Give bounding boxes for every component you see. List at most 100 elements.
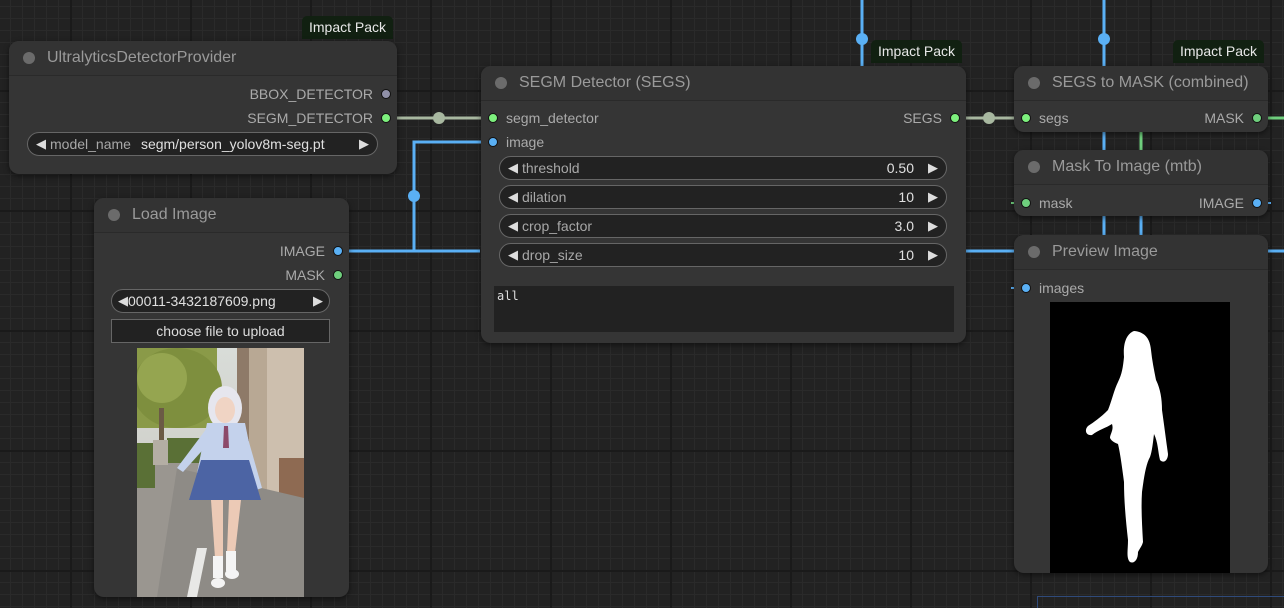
crop-factor-number-widget[interactable]: ◀ crop_factor 3.0 ▶: [499, 214, 947, 238]
widget-label: model_name: [50, 136, 131, 152]
collapse-dot-icon[interactable]: [108, 209, 120, 221]
mask-preview: [1050, 302, 1230, 573]
node-badge: Impact Pack: [1173, 40, 1265, 63]
output-image[interactable]: IMAGE: [280, 241, 343, 261]
widget-label: crop_factor: [522, 218, 593, 234]
slot-label: MASK: [285, 267, 325, 283]
node-badge: Impact Pack: [871, 40, 963, 63]
widget-label: threshold: [522, 160, 580, 176]
output-slot-dot-icon[interactable]: [1252, 113, 1262, 123]
input-slot-dot-icon[interactable]: [488, 137, 498, 147]
input-slot-dot-icon[interactable]: [1021, 198, 1031, 208]
arrow-left-icon[interactable]: ◀: [508, 247, 518, 263]
node-title: SEGM Detector (SEGS): [519, 74, 691, 91]
widget-value: 00011-3432187609.png: [128, 293, 276, 309]
node-load-image[interactable]: Load Image IMAGE MASK ◀ 00011-3432187609…: [94, 198, 349, 597]
arrow-left-icon[interactable]: ◀: [508, 218, 518, 234]
collapse-dot-icon[interactable]: [495, 77, 507, 89]
input-mask[interactable]: mask: [1021, 193, 1072, 213]
link-midpoint[interactable]: [433, 112, 445, 124]
node-title: Mask To Image (mtb): [1052, 158, 1202, 175]
input-images[interactable]: images: [1021, 278, 1084, 298]
node-title-bar[interactable]: UltralyticsDetectorProvider: [9, 41, 397, 76]
widget-label: drop_size: [522, 247, 583, 263]
input-slot-dot-icon[interactable]: [1021, 283, 1031, 293]
output-slot-dot-icon[interactable]: [333, 246, 343, 256]
slot-label: IMAGE: [279, 243, 325, 259]
node-preview-image[interactable]: Preview Image images: [1014, 235, 1268, 573]
model-name-combo[interactable]: ◀ model_name segm/person_yolov8m-seg.pt …: [27, 132, 378, 156]
output-slot-dot-icon[interactable]: [381, 89, 391, 99]
drop-size-number-widget[interactable]: ◀ drop_size 10 ▶: [499, 243, 947, 267]
collapse-dot-icon[interactable]: [1028, 246, 1040, 258]
output-slot-dot-icon[interactable]: [950, 113, 960, 123]
collapse-dot-icon[interactable]: [1028, 161, 1040, 173]
widget-label: dilation: [522, 189, 567, 205]
slot-label: images: [1039, 280, 1085, 296]
output-slot-dot-icon[interactable]: [333, 270, 343, 280]
slot-label: mask: [1039, 195, 1073, 211]
arrow-left-icon[interactable]: ◀: [36, 136, 46, 152]
arrow-left-icon[interactable]: ◀: [118, 293, 128, 309]
mask-silhouette-graphic: [1085, 331, 1168, 563]
slot-label: MASK: [1204, 110, 1244, 126]
widget-value: segm/person_yolov8m-seg.pt: [140, 136, 325, 152]
node-title-bar[interactable]: Mask To Image (mtb): [1014, 150, 1268, 185]
node-segm-detector[interactable]: SEGM Detector (SEGS) segm_detector image…: [481, 66, 966, 343]
output-segm-detector[interactable]: SEGM_DETECTOR: [247, 108, 391, 128]
group-outline: [1037, 596, 1284, 608]
slot-label: segm_detector: [506, 110, 599, 126]
slot-label: SEGS: [903, 110, 942, 126]
arrow-left-icon[interactable]: ◀: [508, 189, 518, 205]
arrow-right-icon[interactable]: ▶: [928, 218, 938, 234]
node-mask-to-image[interactable]: Mask To Image (mtb) mask IMAGE: [1014, 150, 1268, 216]
node-ultralytics-detector-provider[interactable]: UltralyticsDetectorProvider BBOX_DETECTO…: [9, 41, 397, 174]
collapse-dot-icon[interactable]: [1028, 77, 1040, 89]
output-bbox-detector[interactable]: BBOX_DETECTOR: [250, 84, 391, 104]
node-badge: Impact Pack: [302, 16, 394, 39]
link-midpoint[interactable]: [983, 112, 995, 124]
labels-textarea[interactable]: all: [494, 286, 954, 332]
node-title-bar[interactable]: SEGM Detector (SEGS): [481, 66, 966, 101]
input-segs[interactable]: segs: [1021, 108, 1069, 128]
input-segm-detector[interactable]: segm_detector: [488, 108, 599, 128]
output-slot-dot-icon[interactable]: [1252, 198, 1262, 208]
output-image[interactable]: IMAGE: [1199, 193, 1262, 213]
image-preview-graphic: [137, 348, 304, 597]
arrow-left-icon[interactable]: ◀: [508, 160, 518, 176]
output-mask[interactable]: MASK: [285, 265, 343, 285]
output-segs[interactable]: SEGS: [903, 108, 960, 128]
node-segs-to-mask[interactable]: SEGS to MASK (combined) segs MASK: [1014, 66, 1268, 132]
dilation-number-widget[interactable]: ◀ dilation 10 ▶: [499, 185, 947, 209]
link-midpoint[interactable]: [408, 190, 420, 202]
node-title: UltralyticsDetectorProvider: [47, 49, 237, 66]
input-slot-dot-icon[interactable]: [1021, 113, 1031, 123]
collapse-dot-icon[interactable]: [23, 52, 35, 64]
output-mask[interactable]: MASK: [1204, 108, 1262, 128]
slot-label: image: [506, 134, 545, 150]
widget-value: 3.0: [894, 218, 914, 234]
link-midpoint[interactable]: [1098, 33, 1110, 45]
node-title-bar[interactable]: Load Image: [94, 198, 349, 233]
arrow-right-icon[interactable]: ▶: [359, 136, 369, 152]
node-title-bar[interactable]: SEGS to MASK (combined): [1014, 66, 1268, 101]
arrow-right-icon[interactable]: ▶: [928, 160, 938, 176]
arrow-right-icon[interactable]: ▶: [928, 189, 938, 205]
node-title: Load Image: [132, 206, 217, 223]
threshold-number-widget[interactable]: ◀ threshold 0.50 ▶: [499, 156, 947, 180]
input-slot-dot-icon[interactable]: [488, 113, 498, 123]
widget-value: 0.50: [886, 160, 914, 176]
upload-button[interactable]: choose file to upload: [111, 319, 330, 343]
image-file-combo[interactable]: ◀ 00011-3432187609.png ▶: [111, 289, 330, 313]
node-title: Preview Image: [1052, 243, 1158, 260]
arrow-right-icon[interactable]: ▶: [313, 293, 323, 309]
slot-label: SEGM_DETECTOR: [247, 110, 373, 126]
link-image-branch[interactable]: [412, 140, 488, 251]
slot-label: segs: [1039, 110, 1069, 126]
slot-label: BBOX_DETECTOR: [249, 86, 373, 102]
output-slot-dot-icon[interactable]: [381, 113, 391, 123]
arrow-right-icon[interactable]: ▶: [928, 247, 938, 263]
link-midpoint[interactable]: [856, 33, 868, 45]
node-title-bar[interactable]: Preview Image: [1014, 235, 1268, 270]
input-image[interactable]: image: [488, 132, 544, 152]
